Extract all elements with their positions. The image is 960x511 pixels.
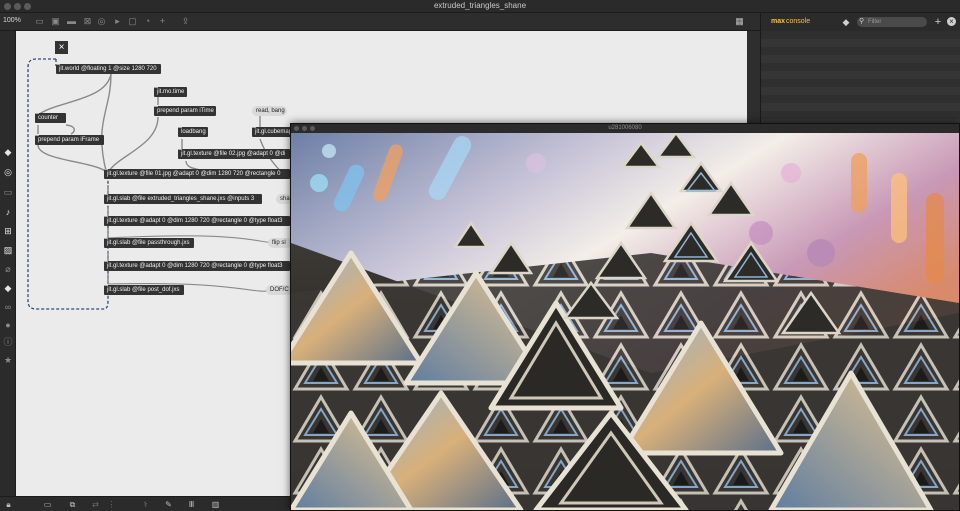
grid-icon[interactable]: ⋮ — [106, 499, 117, 510]
console-header: max console ◆ ⚲ Filter + × — [761, 13, 960, 31]
number-icon[interactable]: ⊠ — [82, 16, 93, 27]
close-icon[interactable]: × — [947, 17, 956, 26]
flip-message[interactable]: flip sl — [268, 238, 292, 248]
console-brand: max — [771, 18, 786, 25]
jit-gl-texture-float-1-object[interactable]: jit.gl.texture @adapt 0 @dim 1280 720 @r… — [104, 216, 290, 226]
left-sidebar: ◆ ◎ ▭ ♪ ⊞ ▨ ⌀ ◆ ∞ ● ⓘ ★ — [0, 31, 16, 496]
jit-gl-slab-post-dof-object[interactable]: jit.gl.slab @file post_dof.jxs — [104, 285, 184, 295]
jit-gl-texture-01-object[interactable]: jit.gl.texture @file 01.jpg @adapt 0 @di… — [104, 169, 290, 179]
render-viewport[interactable] — [291, 133, 959, 510]
jit-world-object[interactable]: jit.world @floating 1 @size 1280 720 — [56, 64, 161, 74]
circle-icon[interactable]: ● — [2, 319, 14, 331]
paperclip-icon[interactable]: ⌀ — [2, 263, 14, 275]
read-bang-message[interactable]: read, bang — [252, 106, 287, 116]
dof-message[interactable]: DOF/C — [266, 285, 292, 295]
grid-icon[interactable]: ▦ — [734, 16, 745, 27]
counter-object[interactable]: counter — [35, 113, 66, 123]
debug-icon[interactable]: ⇄ — [90, 499, 101, 510]
comment-icon[interactable]: ▬ — [66, 16, 77, 27]
render-window[interactable]: u281006080 — [290, 123, 960, 511]
filter-placeholder: Filter — [868, 19, 882, 25]
bang-icon[interactable]: ▢ — [127, 16, 138, 27]
patcher-toolbar: 100% ▭ ▣ ▬ ⊠ ◎ ▸ ▢ ◔ + ⇪ ▦ — [0, 13, 760, 31]
toggle-icon[interactable]: ◎ — [96, 16, 107, 27]
close-icon[interactable]: × — [55, 41, 68, 54]
cube-icon[interactable]: ◆ — [2, 146, 14, 158]
render-window-title: u281006080 — [608, 125, 642, 131]
object-icon[interactable]: ▣ — [50, 16, 61, 27]
extruded-triangles-render — [291, 133, 959, 510]
search-icon: ⚲ — [859, 18, 865, 25]
loadbang-object[interactable]: loadbang — [178, 127, 208, 137]
star-icon[interactable]: ★ — [2, 354, 14, 366]
target-icon[interactable]: ◎ — [2, 166, 14, 178]
max-app: extruded_triangles_shane 100% ▭ ▣ ▬ ⊠ ◎ … — [0, 0, 960, 511]
new-view-icon[interactable]: ⧉ — [67, 499, 78, 510]
title-bar: extruded_triangles_shane — [0, 0, 960, 13]
mixer-icon[interactable]: ⊞ — [2, 225, 14, 237]
add-icon[interactable]: + — [933, 17, 943, 28]
keyboard-icon[interactable]: ▥ — [210, 499, 221, 510]
console-label: console — [786, 18, 811, 25]
filter-input[interactable]: ⚲ Filter — [857, 17, 927, 27]
share-icon[interactable]: ⇪ — [180, 16, 191, 27]
jit-gl-slab-passthrough-object[interactable]: jit.gl.slab @file passthrough.jxs — [104, 238, 194, 248]
info-icon[interactable]: ⓘ — [2, 336, 14, 348]
lock-icon[interactable]: 🔒︎ — [3, 499, 14, 510]
piano-icon[interactable]: Ⅲ — [186, 499, 197, 510]
diamond-icon[interactable]: ◆ — [841, 17, 851, 27]
loop-icon[interactable]: ∞ — [2, 301, 14, 313]
render-window-titlebar[interactable]: u281006080 — [291, 124, 959, 133]
jit-mo-time-object[interactable]: jit.mo.time — [154, 87, 187, 97]
rect-icon[interactable]: ▭ — [2, 186, 14, 198]
image-icon[interactable]: ▨ — [2, 244, 14, 256]
prepend-iframe-object[interactable]: prepend param iFrame — [35, 135, 104, 145]
window-title: extruded_triangles_shane — [433, 1, 527, 10]
zoom-level[interactable]: 100% — [3, 17, 21, 24]
presentation-icon[interactable]: ▭ — [34, 16, 45, 27]
snippet-icon[interactable]: ◆ — [2, 282, 14, 294]
dial-icon[interactable]: ◔ — [142, 16, 153, 27]
jit-gl-slab-extruded-object[interactable]: jit.gl.slab @file extruded_triangles_sha… — [104, 194, 262, 204]
wrench-icon[interactable]: ✎ — [163, 499, 174, 510]
presentation-icon[interactable]: ▭ — [42, 499, 53, 510]
jit-gl-texture-float-2-object[interactable]: jit.gl.texture @adapt 0 @dim 1280 720 @r… — [104, 261, 290, 271]
add-icon[interactable]: + — [157, 16, 168, 27]
wand-icon[interactable]: ⚕ — [140, 499, 151, 510]
message-icon[interactable]: ▸ — [112, 16, 123, 27]
prepend-itime-object[interactable]: prepend param iTime — [154, 106, 216, 116]
music-note-icon[interactable]: ♪ — [2, 206, 14, 218]
jit-gl-texture-02-object[interactable]: jit.gl.texture @file 02.jpg @adapt 0 @di — [178, 149, 290, 159]
